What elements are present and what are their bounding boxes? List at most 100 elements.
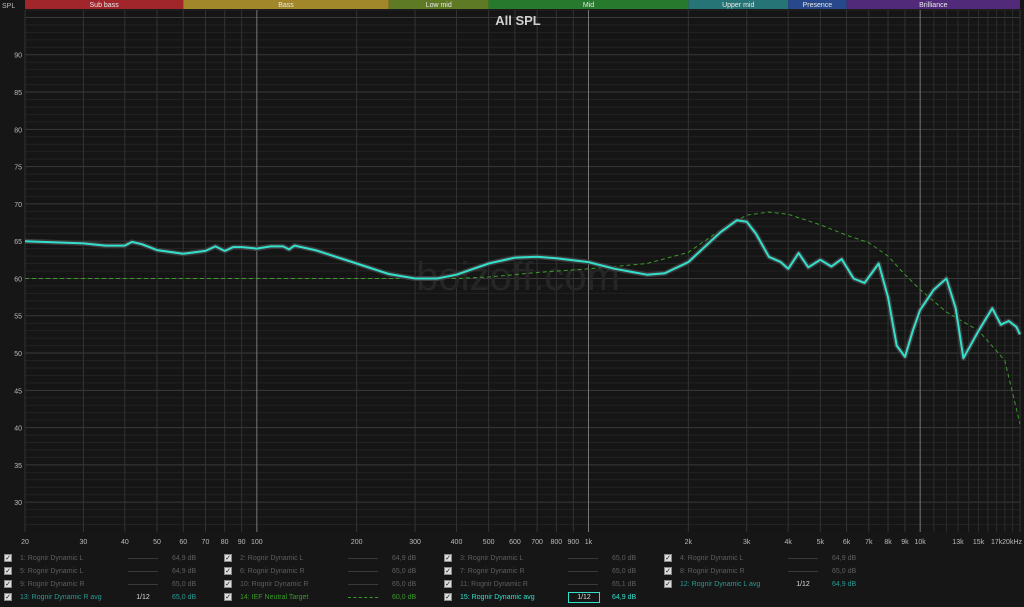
x-tick-label: 80 (221, 539, 229, 546)
legend-item-name: 4: Rognir Dynamic L (680, 555, 744, 562)
legend-item[interactable]: ✓ 11: Rognir Dynamic R 65,1 dB (444, 578, 654, 591)
legend-checkbox[interactable]: ✓ (4, 567, 12, 575)
x-tick-label: 4k (784, 539, 792, 546)
legend-item-value: 65,1 dB (612, 581, 637, 588)
legend-line-swatch (568, 552, 598, 559)
legend-item[interactable]: ✓ 14: IEF Neutral Target 60,0 dB (224, 591, 434, 604)
band-label: Upper mid (722, 2, 754, 9)
legend-line-swatch (348, 552, 378, 559)
legend-item-name: 3: Rognir Dynamic L (460, 555, 524, 562)
y-tick-label: 90 (14, 53, 22, 60)
legend-item[interactable]: ✓ 1: Rognir Dynamic L 64,9 dB (4, 552, 214, 565)
x-tick-label: 700 (531, 539, 543, 546)
x-tick-label: 6k (843, 539, 851, 546)
legend-line-swatch (128, 565, 158, 572)
legend-item[interactable]: ✓ 6: Rognir Dynamic R 65,0 dB (224, 565, 434, 578)
y-tick-label: 60 (14, 276, 22, 283)
legend-item[interactable]: ✓ 15: Rognir Dynamic avg 1/12 64,9 dB (444, 591, 654, 604)
x-tick-label: 5k (817, 539, 825, 546)
legend-item[interactable]: ✓ 8: Rognir Dynamic R 65,0 dB (664, 565, 874, 578)
legend-item-name: 14: IEF Neutral Target (240, 594, 309, 601)
legend-item-value: 65,0 dB (172, 581, 197, 588)
legend-checkbox[interactable]: ✓ (224, 593, 232, 601)
legend-checkbox[interactable]: ✓ (224, 580, 232, 588)
legend-item-value: 60,0 dB (392, 594, 417, 601)
x-tick-label: 60 (179, 539, 187, 546)
x-tick-label: 100 (251, 539, 263, 546)
legend-item[interactable]: ✓ 10: Rognir Dynamic R 65,0 dB (224, 578, 434, 591)
x-tick-label: 9k (901, 539, 909, 546)
legend-line-swatch (788, 565, 818, 572)
legend-checkbox[interactable]: ✓ (664, 580, 672, 588)
legend-item[interactable]: ✓ 4: Rognir Dynamic L 64,9 dB (664, 552, 874, 565)
x-tick-label: 200 (351, 539, 363, 546)
chart-title: All SPL (495, 13, 541, 28)
spl-chart: Sub bass Bass Low mid Mid Upper mid Presence B… (0, 0, 1024, 548)
legend-line-swatch (568, 565, 598, 572)
legend-item-value: 65,0 dB (392, 568, 417, 575)
legend-item[interactable]: ✓ 7: Rognir Dynamic R 65,0 dB (444, 565, 654, 578)
x-tick-label: 30 (80, 539, 88, 546)
legend-checkbox[interactable]: ✓ (4, 554, 12, 562)
legend-checkbox[interactable]: ✓ (664, 554, 672, 562)
y-tick-label: 35 (14, 463, 22, 470)
legend-checkbox[interactable]: ✓ (224, 567, 232, 575)
x-tick-label: 70 (202, 539, 210, 546)
y-tick-label: 40 (14, 426, 22, 433)
legend-item[interactable]: ✓ 12: Rognir Dynamic L avg 1/12 64,9 dB (664, 578, 874, 591)
x-tick-label: 500 (483, 539, 495, 546)
band-label: Brilliance (919, 2, 948, 9)
legend-item-value: 64,9 dB (612, 594, 637, 601)
legend-smoothing: 1/12 (136, 594, 150, 601)
legend-checkbox[interactable]: ✓ (224, 554, 232, 562)
band-label: Presence (803, 2, 833, 9)
legend-line-swatch (568, 578, 598, 585)
y-tick-label: 55 (14, 314, 22, 321)
legend-item-name: 12: Rognir Dynamic L avg (680, 581, 761, 588)
legend-checkbox[interactable]: ✓ (4, 593, 12, 601)
x-tick-label: 600 (509, 539, 521, 546)
x-tick-label: 13k (952, 539, 964, 546)
legend-line-swatch (348, 591, 378, 598)
band-label: Sub bass (90, 2, 120, 9)
y-tick-label: 70 (14, 202, 22, 209)
legend-item-name: 8: Rognir Dynamic R (680, 568, 745, 575)
legend-checkbox[interactable]: ✓ (444, 567, 452, 575)
band-label: Low mid (426, 2, 452, 9)
legend-item-name: 7: Rognir Dynamic R (460, 568, 525, 575)
legend-item-value: 64,9 dB (832, 555, 857, 562)
legend-item-value: 64,9 dB (392, 555, 417, 562)
x-tick-label: 20 (21, 539, 29, 546)
x-tick-label: 15k (973, 539, 985, 546)
legend-checkbox[interactable]: ✓ (664, 567, 672, 575)
x-tick-label: 300 (409, 539, 421, 546)
legend-item-name: 5: Rognir Dynamic L (20, 568, 84, 575)
y-tick-label: 75 (14, 165, 22, 172)
x-tick-label: 8k (884, 539, 892, 546)
legend-line-swatch (128, 578, 158, 585)
legend-checkbox[interactable]: ✓ (4, 580, 12, 588)
legend-item[interactable]: ✓ 5: Rognir Dynamic L 64,9 dB (4, 565, 214, 578)
legend-item-name: 13: Rognir Dynamic R avg (20, 594, 102, 601)
legend-item[interactable]: ✓ 2: Rognir Dynamic L 64,9 dB (224, 552, 434, 565)
legend-item[interactable]: ✓ 3: Rognir Dynamic L 65,0 dB (444, 552, 654, 565)
legend-smoothing: 1/12 (568, 592, 600, 603)
x-tick-label: 10k (915, 539, 927, 546)
x-tick-label: 2k (685, 539, 693, 546)
x-tick-label: 20kHz (1002, 539, 1022, 546)
legend-line-swatch (348, 578, 378, 585)
y-tick-label: 85 (14, 90, 22, 97)
legend-checkbox[interactable]: ✓ (444, 580, 452, 588)
legend-checkbox[interactable]: ✓ (444, 554, 452, 562)
legend-line-swatch (128, 552, 158, 559)
x-tick-label: 40 (121, 539, 129, 546)
legend-item-value: 65,0 dB (612, 555, 637, 562)
band-label: Bass (278, 2, 294, 9)
legend: ✓ 1: Rognir Dynamic L 64,9 dB ✓ 2: Rognir Dy… (0, 548, 1024, 607)
legend-item[interactable]: ✓ 13: Rognir Dynamic R avg 1/12 65,0 dB (4, 591, 214, 604)
legend-item[interactable]: ✓ 9: Rognir Dynamic R 65,0 dB (4, 578, 214, 591)
legend-checkbox[interactable]: ✓ (444, 593, 452, 601)
legend-item-name: 6: Rognir Dynamic R (240, 568, 305, 575)
legend-item-name: 2: Rognir Dynamic L (240, 555, 304, 562)
x-tick-label: 7k (865, 539, 873, 546)
